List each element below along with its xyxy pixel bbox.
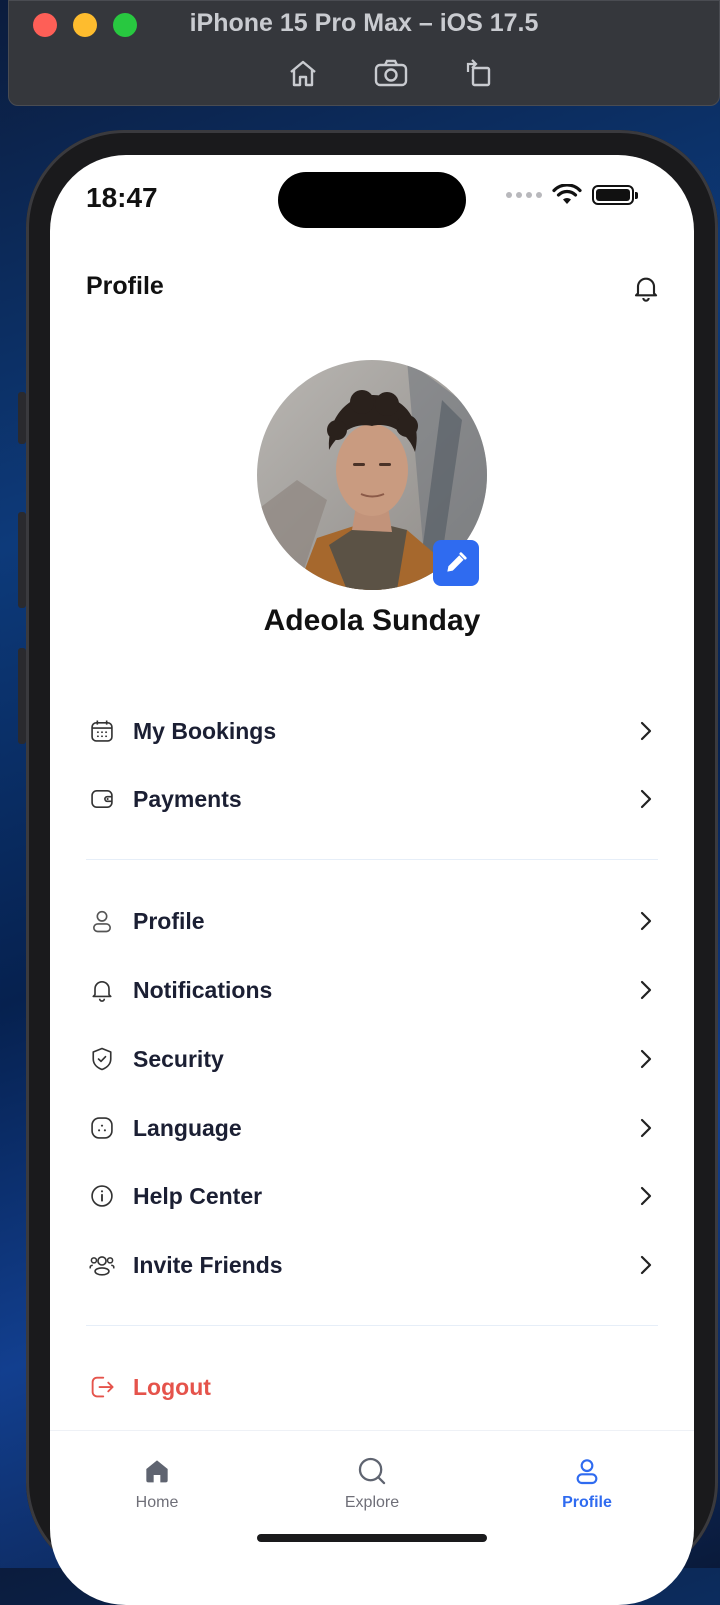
- chevron-right-icon: [634, 1047, 658, 1071]
- tab-bar-divider: [50, 1430, 694, 1431]
- menu-item-my-bookings[interactable]: My Bookings: [86, 706, 658, 756]
- menu-item-profile[interactable]: Profile: [86, 896, 658, 946]
- calendar-icon: [86, 715, 118, 747]
- home-icon: [87, 1454, 227, 1488]
- logout-button[interactable]: Logout: [86, 1362, 658, 1412]
- user-icon: [517, 1454, 657, 1488]
- logout-icon: [86, 1371, 118, 1403]
- status-time: 18:47: [86, 182, 158, 213]
- rotate-icon[interactable]: [461, 57, 497, 89]
- menu-item-label: Invite Friends: [133, 1251, 283, 1278]
- dynamic-island: [278, 172, 466, 228]
- menu-item-language[interactable]: Language: [86, 1103, 658, 1153]
- tab-label: Profile: [562, 1494, 612, 1511]
- tab-explore[interactable]: Explore: [302, 1454, 442, 1512]
- simulator-title: iPhone 15 Pro Max – iOS 17.5: [189, 9, 539, 37]
- wallet-icon: [86, 783, 118, 815]
- chevron-right-icon: [634, 787, 658, 811]
- page-title: Profile: [86, 272, 164, 300]
- bell-icon: [86, 974, 118, 1006]
- tab-profile[interactable]: Profile: [517, 1454, 657, 1512]
- tab-label: Explore: [344, 1494, 400, 1511]
- chevron-right-icon: [634, 978, 658, 1002]
- info-icon: [86, 1180, 118, 1212]
- menu-item-payments[interactable]: Payments: [86, 774, 658, 824]
- pencil-icon: [447, 552, 467, 572]
- menu-item-label: Help Center: [133, 1182, 263, 1209]
- menu-item-notifications[interactable]: Notifications: [86, 965, 658, 1015]
- user-icon: [86, 905, 118, 937]
- chevron-right-icon: [634, 1253, 658, 1277]
- status-icons: [506, 184, 638, 206]
- menu-item-label: Payments: [133, 785, 242, 812]
- volume-down-button: [18, 648, 26, 744]
- menu-item-label: My Bookings: [133, 717, 277, 744]
- bell-icon[interactable]: [630, 272, 662, 309]
- section-divider: [86, 859, 658, 860]
- tab-label: Home: [135, 1494, 179, 1511]
- cellular-icon: [506, 192, 542, 198]
- menu-item-label: Language: [133, 1114, 242, 1141]
- action-button: [18, 392, 26, 444]
- home-indicator[interactable]: [257, 1534, 487, 1542]
- menu-item-help-center[interactable]: Help Center: [86, 1171, 658, 1221]
- screenshot-icon[interactable]: [373, 57, 409, 89]
- simulator-title-bar: iPhone 15 Pro Max – iOS 17.5: [8, 0, 720, 106]
- chevron-right-icon: [634, 1116, 658, 1140]
- wifi-icon: [552, 184, 582, 204]
- volume-up-button: [18, 512, 26, 608]
- user-name: Adeola Sunday: [263, 604, 481, 637]
- menu-item-security[interactable]: Security: [86, 1034, 658, 1084]
- shield-check-icon: [86, 1043, 118, 1075]
- chevron-right-icon: [634, 1184, 658, 1208]
- users-icon: [86, 1249, 118, 1281]
- battery-icon: [592, 185, 638, 205]
- menu-item-label: Notifications: [133, 976, 273, 1003]
- menu-item-label: Profile: [133, 907, 205, 934]
- chevron-right-icon: [634, 719, 658, 743]
- edit-avatar-button[interactable]: [433, 540, 479, 586]
- menu-item-invite-friends[interactable]: Invite Friends: [86, 1240, 658, 1290]
- logout-label: Logout: [133, 1373, 211, 1400]
- home-icon[interactable]: [285, 57, 321, 89]
- language-icon: [86, 1112, 118, 1144]
- chevron-right-icon: [634, 909, 658, 933]
- tab-home[interactable]: Home: [87, 1454, 227, 1512]
- menu-item-label: Security: [133, 1045, 224, 1072]
- section-divider: [86, 1325, 658, 1326]
- search-icon: [302, 1454, 442, 1488]
